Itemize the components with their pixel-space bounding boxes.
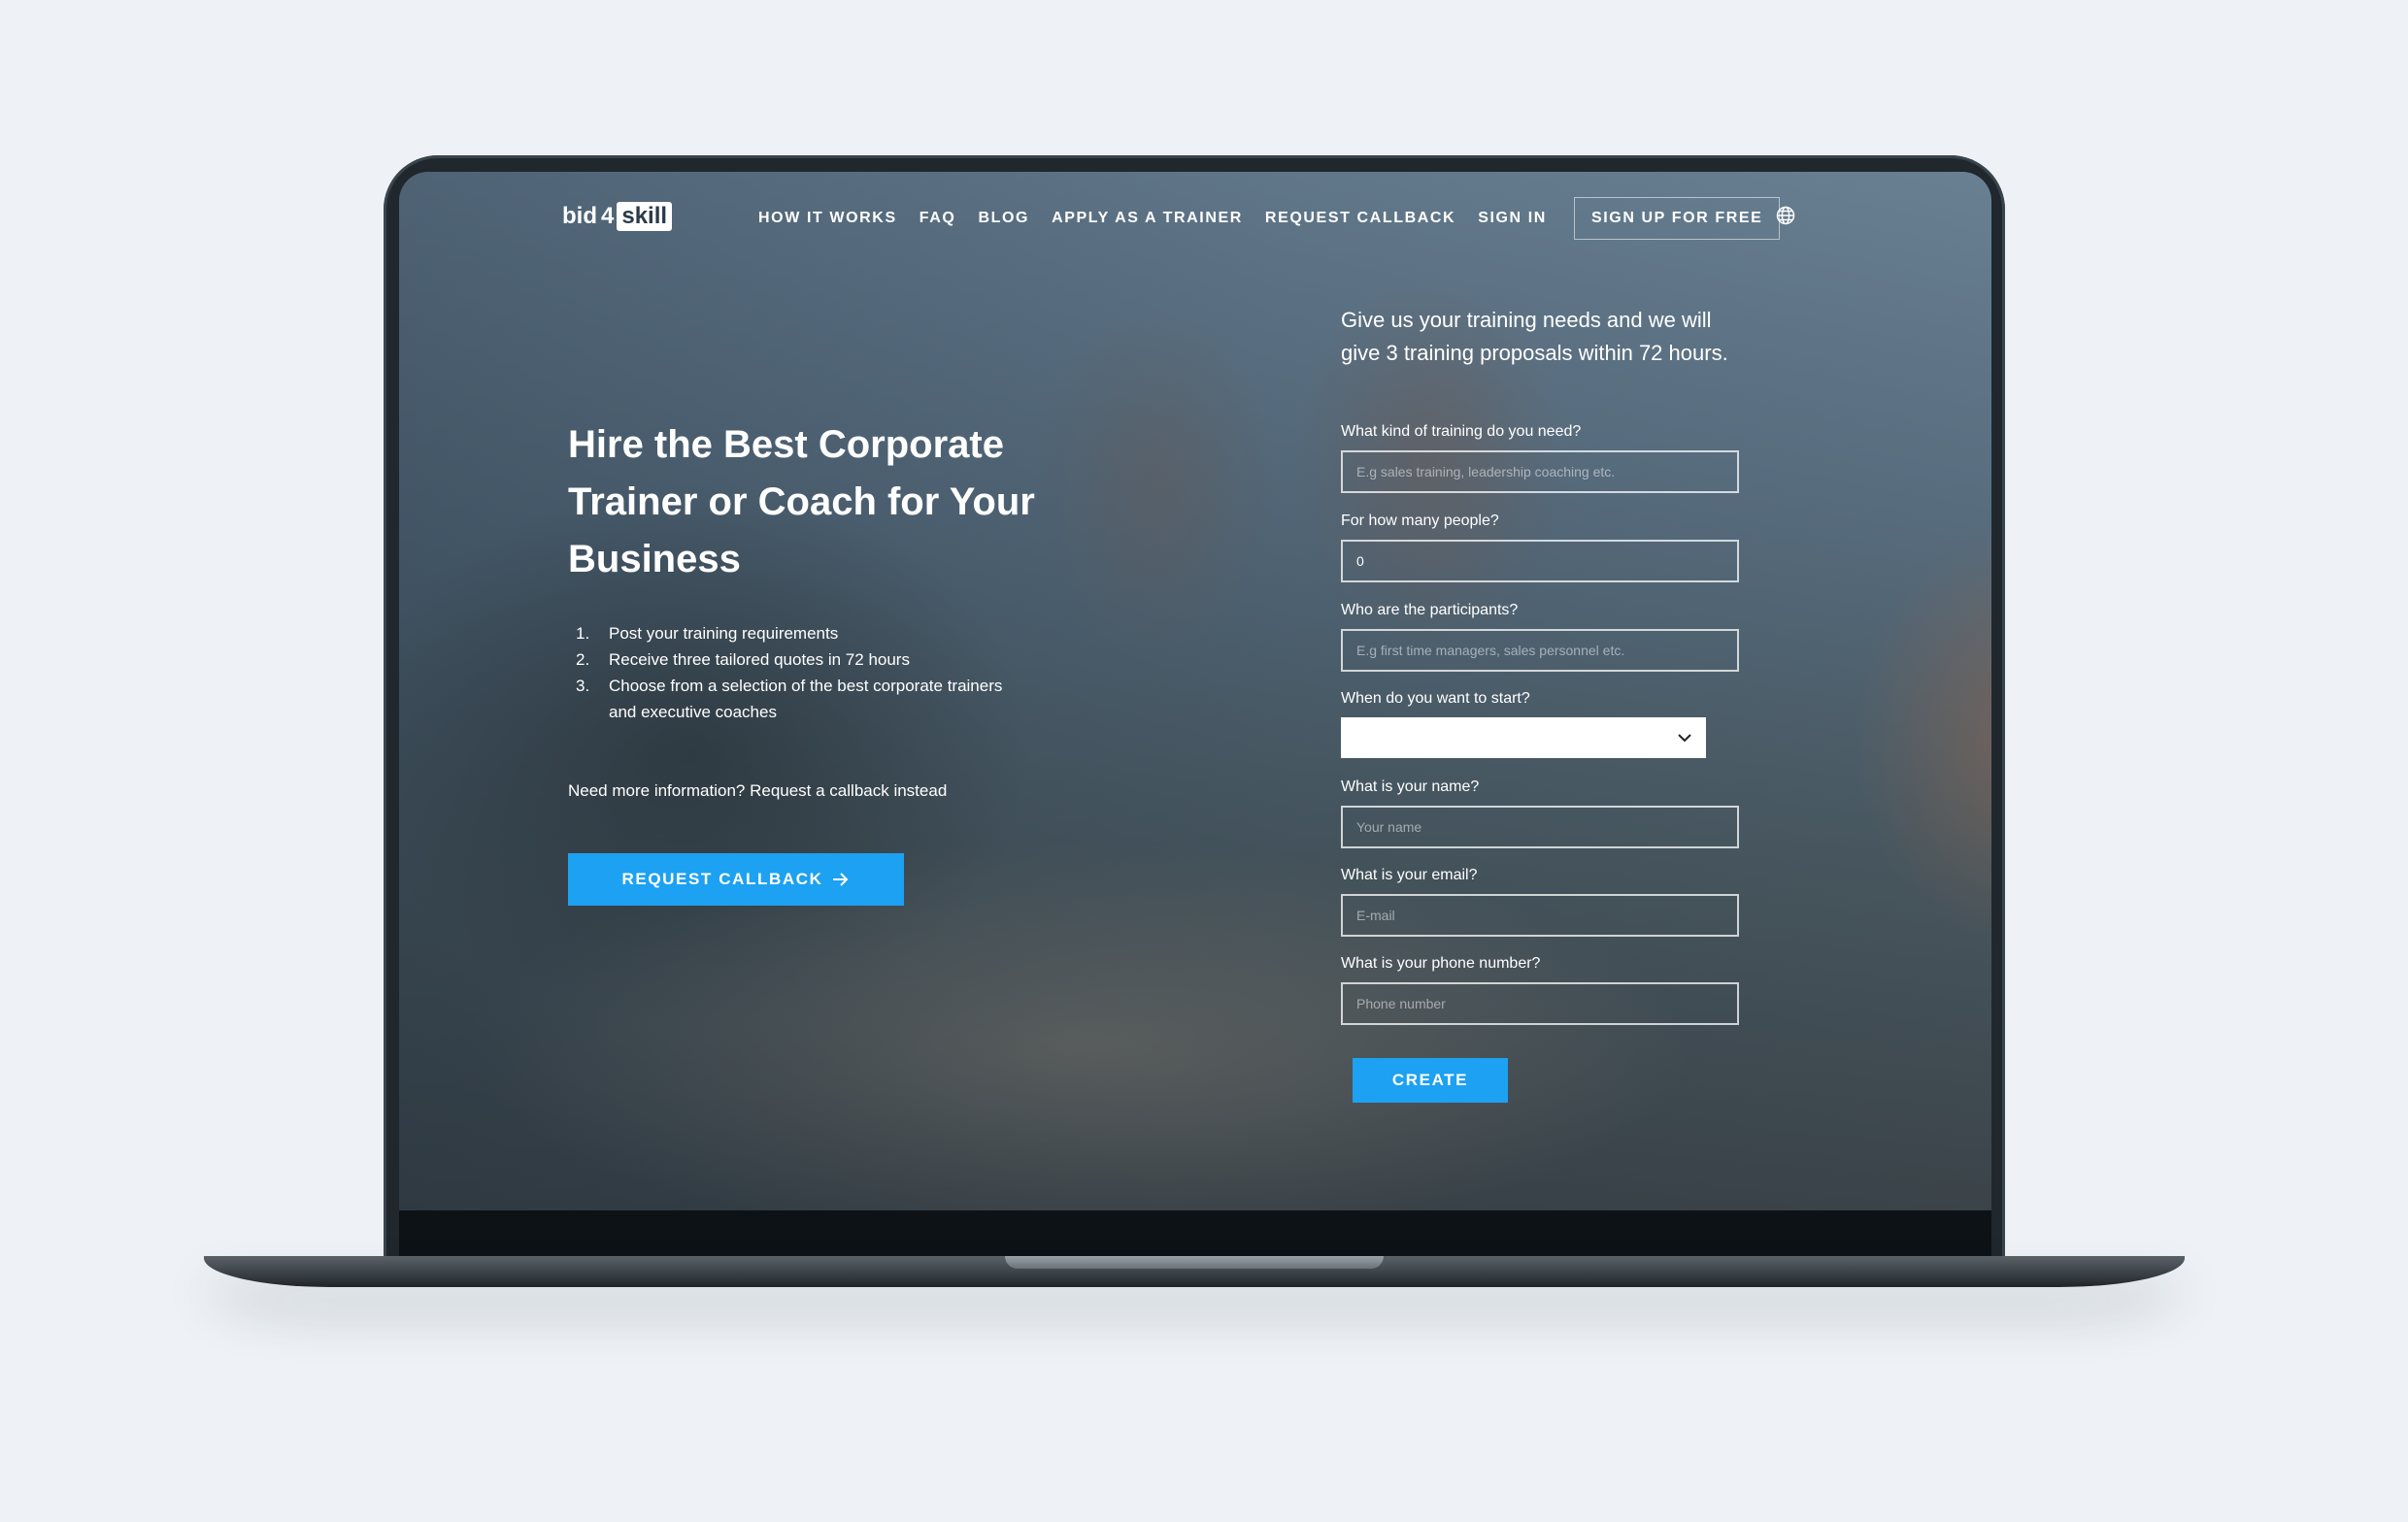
email-label: What is your email? [1341, 867, 1478, 883]
step-item: 1. Post your training requirements [568, 620, 1024, 646]
step-number: 2. [576, 650, 590, 669]
training-input[interactable] [1341, 450, 1739, 493]
phone-input[interactable] [1341, 982, 1739, 1025]
people-count-input[interactable] [1341, 540, 1739, 582]
bid4skill-logo[interactable]: bid 4 skill [562, 201, 673, 232]
nav-blog[interactable]: BLOG [978, 210, 1029, 227]
nav-apply-as-trainer[interactable]: APPLY AS A TRAINER [1052, 210, 1243, 227]
nav-sign-in[interactable]: SIGN IN [1478, 210, 1547, 227]
participants-label: Who are the participants? [1341, 602, 1519, 618]
arrow-right-icon [833, 873, 849, 886]
laptop-notch [1005, 1256, 1384, 1269]
step-text: Receive three tailored quotes in 72 hour… [609, 650, 910, 669]
name-label: What is your name? [1341, 778, 1480, 795]
logo-text-skill: skill [617, 202, 673, 231]
request-callback-label: REQUEST CALLBACK [621, 870, 823, 888]
nav-how-it-works[interactable]: HOW IT WORKS [758, 210, 897, 227]
steps-list: 1. Post your training requirements 2. Re… [568, 620, 1024, 725]
logo-text-4: 4 [601, 203, 615, 229]
people-label: For how many people? [1341, 513, 1499, 529]
name-input[interactable] [1341, 806, 1739, 848]
website-screen: bid 4 skill HOW IT WORKS FAQ BLOG APPLY … [399, 172, 1991, 1210]
globe-icon[interactable] [1776, 206, 1795, 225]
more-info-text: Need more information? Request a callbac… [568, 781, 948, 800]
step-text: Post your training requirements [609, 624, 839, 643]
email-input[interactable] [1341, 894, 1739, 937]
phone-label: What is your phone number? [1341, 955, 1541, 972]
hero-title: Hire the Best Corporate Trainer or Coach… [568, 423, 1035, 580]
start-label: When do you want to start? [1341, 690, 1530, 707]
step-number: 3. [576, 677, 590, 695]
main-nav: HOW IT WORKS FAQ BLOG APPLY AS A TRAINER… [758, 197, 1781, 240]
sign-up-button[interactable]: SIGN UP FOR FREE [1573, 197, 1781, 240]
screen-bottom-bezel [399, 1210, 1991, 1259]
request-callback-button[interactable]: REQUEST CALLBACK [568, 853, 904, 906]
chevron-down-icon [1678, 734, 1691, 743]
create-button[interactable]: CREATE [1353, 1058, 1508, 1103]
step-text: Choose from a selection of the best corp… [609, 677, 1003, 721]
step-number: 1. [576, 624, 590, 643]
participants-input[interactable] [1341, 629, 1739, 672]
nav-faq[interactable]: FAQ [920, 210, 956, 227]
logo-text-bid: bid [562, 203, 597, 229]
nav-request-callback[interactable]: REQUEST CALLBACK [1265, 210, 1455, 227]
training-label: What kind of training do you need? [1341, 423, 1582, 440]
step-item: 2. Receive three tailored quotes in 72 h… [568, 646, 1024, 673]
form-intro: Give us your training needs and we will … [1341, 308, 1728, 365]
step-item: 3. Choose from a selection of the best c… [568, 673, 1024, 725]
start-date-select[interactable] [1341, 717, 1706, 758]
